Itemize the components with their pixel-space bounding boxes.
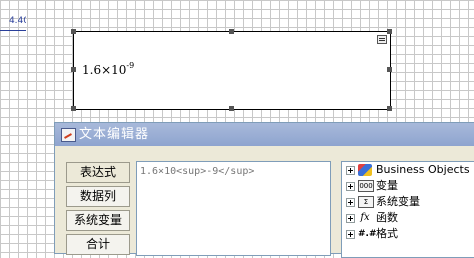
tab-data-columns[interactable]: 数据列 xyxy=(66,186,130,207)
tree-item-format[interactable]: #.# 格式 xyxy=(342,226,474,242)
formula-text: 1.6×10-9 xyxy=(82,61,135,77)
ruler-label: 4.40 xyxy=(0,15,26,31)
resize-handle-middle-right[interactable] xyxy=(387,67,392,72)
text-editor-dialog: 文本编辑器 表达式 数据列 系统变量 合计 1.6×10<sup>-9</sup… xyxy=(54,122,474,258)
expand-icon[interactable] xyxy=(346,198,355,207)
format-icon: #.# xyxy=(358,229,377,239)
dialog-titlebar[interactable]: 文本编辑器 xyxy=(55,123,474,146)
dialog-title: 文本编辑器 xyxy=(79,127,150,142)
tree-item-business-objects[interactable]: Business Objects xyxy=(342,162,474,178)
tree-item-system-variables[interactable]: Σ 系统变量 xyxy=(342,194,474,210)
tab-system-variables[interactable]: 系统变量 xyxy=(66,210,130,231)
tab-expression[interactable]: 表达式 xyxy=(66,162,130,183)
expand-icon[interactable] xyxy=(346,214,355,223)
tree-item-functions[interactable]: fx 函数 xyxy=(342,210,474,226)
resize-handle-middle-left[interactable] xyxy=(71,67,76,72)
object-tree: Business Objects 000 变量 Σ 系统变量 fx 函数 #.#… xyxy=(341,161,474,258)
function-icon: fx xyxy=(360,212,370,223)
business-objects-icon xyxy=(358,164,372,176)
tab-list: 表达式 数据列 系统变量 合计 xyxy=(66,162,130,258)
resize-handle-bottom-left[interactable] xyxy=(71,106,76,111)
text-box-element[interactable]: 1.6×10-9 xyxy=(73,31,391,110)
expand-icon[interactable] xyxy=(346,166,355,175)
expand-icon[interactable] xyxy=(346,230,355,239)
resize-handle-bottom-right[interactable] xyxy=(387,106,392,111)
variable-icon: 000 xyxy=(358,180,374,192)
expand-icon[interactable] xyxy=(346,182,355,191)
resize-handle-top-center[interactable] xyxy=(229,29,234,34)
editor-app-icon xyxy=(61,128,76,142)
tree-item-variables[interactable]: 000 变量 xyxy=(342,178,474,194)
resize-handle-bottom-center[interactable] xyxy=(229,106,234,111)
box-menu-icon[interactable] xyxy=(377,35,387,44)
system-variable-icon: Σ xyxy=(358,196,374,208)
tab-totals[interactable]: 合计 xyxy=(66,234,130,255)
resize-handle-top-left[interactable] xyxy=(71,29,76,34)
resize-handle-top-right[interactable] xyxy=(387,29,392,34)
